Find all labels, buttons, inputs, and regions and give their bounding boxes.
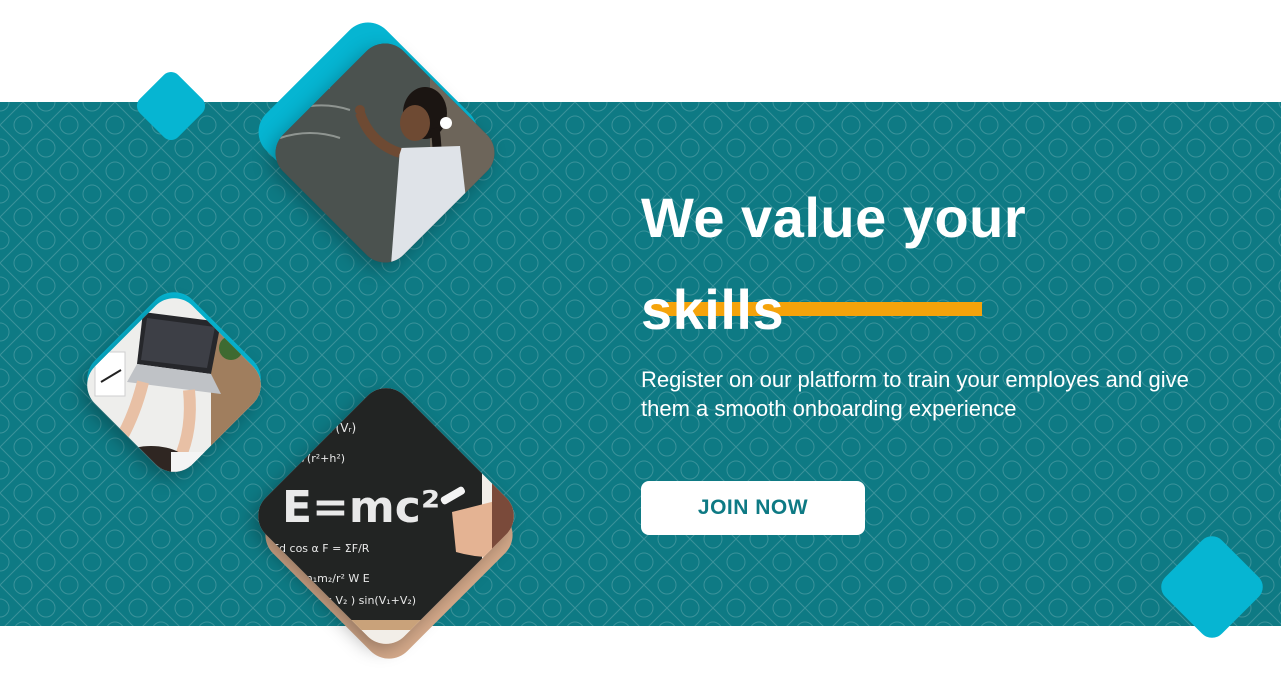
headline-line-2: skills bbox=[641, 278, 785, 341]
svg-text:E=mc²: E=mc² bbox=[282, 482, 440, 533]
hero-page: V = √(Vᵣ) V = ½ √(r²+h²) E=mc² = Fd cos … bbox=[0, 0, 1281, 695]
hero-subtext: Register on our platform to train your e… bbox=[641, 367, 1189, 421]
headline-line-1: We value your bbox=[641, 186, 1027, 249]
headline: We value your skills bbox=[641, 172, 1161, 356]
join-now-button[interactable]: JOIN NOW bbox=[641, 481, 865, 535]
